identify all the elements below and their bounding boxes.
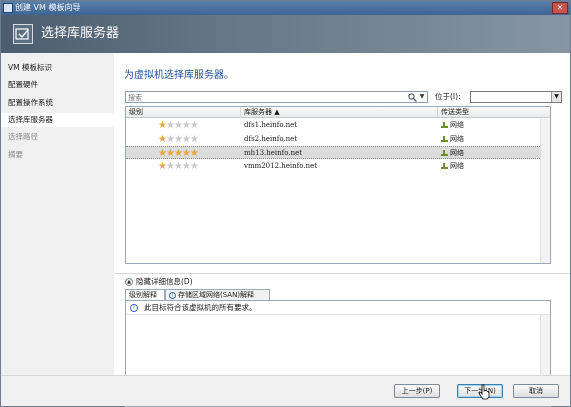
- step-summary: 摘要: [8, 150, 23, 159]
- chevron-down-icon[interactable]: ▼: [551, 92, 561, 102]
- library-server-table: 级别 库服务器 ▲ 传送类型 ★★★★★ dfs1.heinfo.net 网络 ★★★…: [125, 106, 551, 264]
- table-row[interactable]: ★★★★★ vmm2012.heinfo.net 网络: [126, 160, 550, 173]
- app-icon: [3, 3, 13, 13]
- transfer-type-label: 网络: [450, 149, 464, 157]
- mouse-cursor-icon: [478, 384, 490, 400]
- step-configure-os[interactable]: 配置操作系统: [8, 96, 53, 110]
- located-in-label: 位于(I):: [435, 92, 461, 101]
- search-row: ▼ 位于(I): ▼: [125, 91, 562, 103]
- search-options-icon[interactable]: ▼: [418, 92, 426, 102]
- rating-stars: ★★★★★: [158, 160, 199, 172]
- transfer-type-label: 网络: [450, 134, 464, 143]
- hide-details-label: 隐藏详细信息(D): [136, 277, 193, 286]
- transfer-type: 网络: [441, 119, 464, 132]
- search-icon[interactable]: [408, 93, 417, 102]
- star-icon: ★: [173, 148, 183, 159]
- star-icon: ★: [181, 148, 191, 159]
- network-icon: [441, 150, 448, 156]
- star-icon: ★: [173, 133, 183, 145]
- cancel-button[interactable]: 取消: [513, 384, 559, 398]
- server-name: dfs2.heinfo.net: [244, 134, 298, 143]
- star-icon: ★: [165, 160, 175, 172]
- page-heading: 为虚拟机选择库服务器。: [124, 70, 234, 81]
- star-icon: ★: [181, 120, 191, 131]
- wizard-window: 创建 VM 模板向导 ✕ 选择库服务器 VM 模板标识 配置硬件 配置操作系统 …: [0, 0, 571, 407]
- server-name: dfs1.heinfo.net: [244, 121, 298, 129]
- hide-details-toggle[interactable]: ▲ 隐藏详细信息(D): [125, 277, 193, 287]
- table-row[interactable]: ★★★★★ dfs2.heinfo.net 网络: [126, 133, 550, 146]
- step-vm-template-identity[interactable]: VM 模板标识: [8, 61, 52, 75]
- star-icon: ★: [189, 160, 199, 172]
- rating-stars: ★★★★★: [158, 120, 199, 131]
- info-icon: i: [169, 291, 176, 299]
- transfer-type: 网络: [441, 160, 464, 173]
- network-icon: [441, 135, 448, 142]
- wizard-page-icon: [13, 24, 33, 44]
- transfer-type: 网络: [441, 133, 464, 146]
- search-input[interactable]: [128, 93, 408, 102]
- star-icon: ★: [189, 133, 199, 145]
- detail-message-row: i 此目标符合该虚拟机的所有要求。: [126, 301, 550, 315]
- table-scrollbar[interactable]: [540, 119, 550, 263]
- star-icon: ★: [189, 148, 199, 159]
- star-icon: ★: [165, 148, 175, 159]
- rating-stars: ★★★★★: [158, 133, 199, 145]
- close-button[interactable]: ✕: [552, 2, 568, 14]
- star-icon: ★: [158, 148, 167, 159]
- star-icon: ★: [158, 133, 167, 145]
- column-rating[interactable]: 级别: [126, 107, 241, 118]
- network-icon: [441, 122, 448, 128]
- located-in-select[interactable]: ▼: [470, 91, 562, 103]
- transfer-type: 网络: [441, 147, 464, 160]
- star-icon: ★: [165, 120, 175, 131]
- star-icon: ★: [181, 133, 191, 145]
- transfer-type-label: 网络: [450, 121, 464, 129]
- divider: [114, 273, 570, 274]
- step-select-library-server[interactable]: 选择库服务器: [1, 113, 114, 127]
- transfer-type-label: 网络: [450, 161, 464, 170]
- column-transfer-type[interactable]: 传送类型: [438, 107, 550, 118]
- star-icon: ★: [173, 120, 183, 131]
- page-title: 选择库服务器: [41, 26, 120, 41]
- star-icon: ★: [158, 160, 167, 172]
- window-title: 创建 VM 模板向导: [15, 3, 81, 12]
- table-row[interactable]: ★★★★★ mh13.heinfo.net 网络: [126, 146, 550, 159]
- info-icon: i: [130, 304, 138, 312]
- wizard-steps: VM 模板标识 配置硬件 配置操作系统 选择库服务器 选择路径 摘要: [1, 53, 114, 375]
- back-button[interactable]: 上一步(P): [394, 384, 440, 398]
- column-library-server[interactable]: 库服务器 ▲: [241, 107, 438, 118]
- star-icon: ★: [165, 133, 175, 145]
- star-icon: ★: [158, 120, 167, 131]
- step-configure-hardware[interactable]: 配置硬件: [8, 78, 38, 92]
- rating-stars: ★★★★★: [158, 148, 199, 159]
- step-select-path: 选择路径: [8, 132, 38, 141]
- table-header: 级别 库服务器 ▲ 传送类型: [126, 107, 550, 118]
- star-icon: ★: [173, 160, 183, 172]
- detail-message: 此目标符合该虚拟机的所有要求。: [144, 303, 257, 312]
- table-row[interactable]: ★★★★★ dfs1.heinfo.net 网络: [126, 119, 550, 132]
- chevron-up-icon: ▲: [125, 278, 133, 286]
- server-name: mh13.heinfo.net: [244, 149, 303, 157]
- star-icon: ★: [181, 160, 191, 172]
- network-icon: [441, 162, 448, 169]
- wizard-banner: 选择库服务器: [1, 15, 570, 53]
- server-name: vmm2012.heinfo.net: [244, 161, 318, 170]
- title-bar: 创建 VM 模板向导 ✕: [1, 1, 570, 15]
- search-box[interactable]: ▼: [125, 91, 428, 103]
- tab-san-label: 存储区域网络(SAN)解释: [178, 291, 255, 299]
- main-content: 为虚拟机选择库服务器。 ▼ 位于(I): ▼ 级别 库服务器 ▲ 传送类型: [114, 53, 570, 407]
- star-icon: ★: [189, 120, 199, 131]
